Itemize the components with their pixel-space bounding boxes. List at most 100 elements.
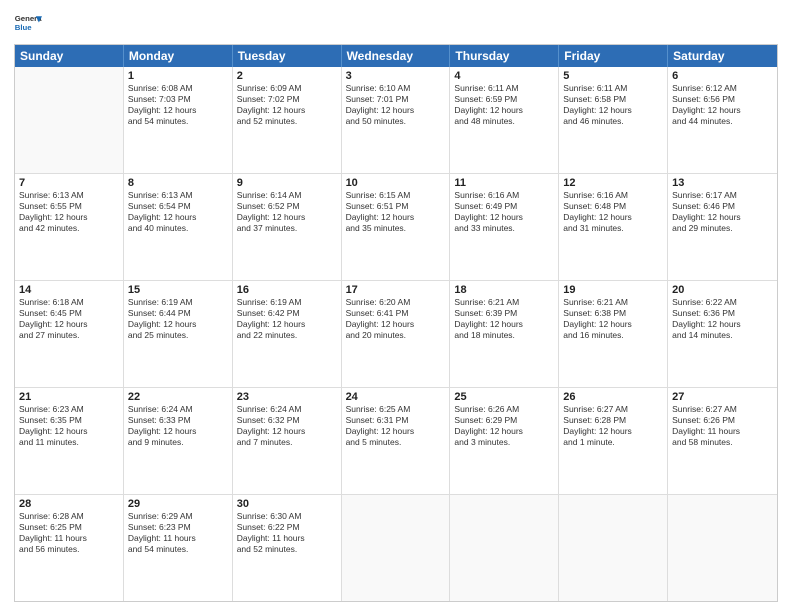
day-number: 15 [128,284,228,296]
cell-text: Sunrise: 6:16 AM [454,190,554,201]
calendar-week-2: 7Sunrise: 6:13 AMSunset: 6:55 PMDaylight… [15,174,777,281]
cell-text: Sunset: 7:03 PM [128,94,228,105]
cell-text: and 25 minutes. [128,330,228,341]
cell-text: Sunset: 6:52 PM [237,201,337,212]
day-number: 29 [128,498,228,510]
cell-text: Daylight: 12 hours [563,105,663,116]
cell-text: Sunrise: 6:29 AM [128,511,228,522]
cell-text: Sunrise: 6:23 AM [19,404,119,415]
cell-text: Sunset: 6:54 PM [128,201,228,212]
cell-text: and 35 minutes. [346,223,446,234]
cell-text: Daylight: 12 hours [237,319,337,330]
cell-text: Sunrise: 6:21 AM [454,297,554,308]
cell-text: Daylight: 12 hours [346,319,446,330]
cell-text: and 44 minutes. [672,116,773,127]
day-header-thursday: Thursday [450,45,559,67]
cell-text: Sunset: 6:45 PM [19,308,119,319]
cell-text: and 31 minutes. [563,223,663,234]
page-header: General Blue [14,10,778,38]
calendar-week-3: 14Sunrise: 6:18 AMSunset: 6:45 PMDayligh… [15,281,777,388]
cell-text: Sunset: 6:44 PM [128,308,228,319]
day-number: 11 [454,177,554,189]
cell-text: Sunset: 6:31 PM [346,415,446,426]
cell-text: Sunset: 6:56 PM [672,94,773,105]
cell-text: Sunrise: 6:20 AM [346,297,446,308]
cell-text: Sunrise: 6:25 AM [346,404,446,415]
calendar-day-26: 26Sunrise: 6:27 AMSunset: 6:28 PMDayligh… [559,388,668,494]
day-header-friday: Friday [559,45,668,67]
cell-text: Sunset: 6:36 PM [672,308,773,319]
cell-text: Daylight: 12 hours [672,212,773,223]
cell-text: Daylight: 12 hours [454,212,554,223]
cell-text: and 18 minutes. [454,330,554,341]
cell-text: Daylight: 12 hours [237,212,337,223]
cell-text: and 3 minutes. [454,437,554,448]
cell-text: and 52 minutes. [237,116,337,127]
cell-text: Sunset: 6:48 PM [563,201,663,212]
cell-text: Daylight: 12 hours [19,212,119,223]
cell-text: and 22 minutes. [237,330,337,341]
calendar-day-16: 16Sunrise: 6:19 AMSunset: 6:42 PMDayligh… [233,281,342,387]
cell-text: Sunset: 6:41 PM [346,308,446,319]
cell-text: and 27 minutes. [19,330,119,341]
day-number: 18 [454,284,554,296]
empty-cell [342,495,451,601]
cell-text: Daylight: 12 hours [346,212,446,223]
calendar-header: SundayMondayTuesdayWednesdayThursdayFrid… [15,45,777,67]
cell-text: Sunset: 7:01 PM [346,94,446,105]
cell-text: Daylight: 12 hours [672,319,773,330]
cell-text: Sunrise: 6:10 AM [346,83,446,94]
cell-text: Daylight: 11 hours [672,426,773,437]
cell-text: Sunrise: 6:26 AM [454,404,554,415]
day-number: 27 [672,391,773,403]
day-number: 17 [346,284,446,296]
logo-icon: General Blue [14,10,42,38]
cell-text: Daylight: 12 hours [237,426,337,437]
cell-text: Sunset: 6:38 PM [563,308,663,319]
cell-text: Sunset: 7:02 PM [237,94,337,105]
cell-text: Sunset: 6:22 PM [237,522,337,533]
calendar: SundayMondayTuesdayWednesdayThursdayFrid… [14,44,778,602]
cell-text: and 16 minutes. [563,330,663,341]
cell-text: Daylight: 12 hours [454,319,554,330]
cell-text: Sunrise: 6:27 AM [563,404,663,415]
cell-text: Sunrise: 6:27 AM [672,404,773,415]
cell-text: Daylight: 12 hours [563,212,663,223]
cell-text: Sunset: 6:32 PM [237,415,337,426]
day-header-sunday: Sunday [15,45,124,67]
day-number: 5 [563,70,663,82]
calendar-week-1: 1Sunrise: 6:08 AMSunset: 7:03 PMDaylight… [15,67,777,174]
cell-text: Daylight: 12 hours [128,426,228,437]
cell-text: Sunrise: 6:28 AM [19,511,119,522]
cell-text: and 7 minutes. [237,437,337,448]
cell-text: and 29 minutes. [672,223,773,234]
day-number: 19 [563,284,663,296]
cell-text: and 1 minute. [563,437,663,448]
cell-text: Sunset: 6:39 PM [454,308,554,319]
empty-cell [668,495,777,601]
day-number: 3 [346,70,446,82]
day-number: 8 [128,177,228,189]
cell-text: Sunset: 6:55 PM [19,201,119,212]
cell-text: and 40 minutes. [128,223,228,234]
day-number: 25 [454,391,554,403]
calendar-day-20: 20Sunrise: 6:22 AMSunset: 6:36 PMDayligh… [668,281,777,387]
calendar-day-4: 4Sunrise: 6:11 AMSunset: 6:59 PMDaylight… [450,67,559,173]
cell-text: Sunrise: 6:13 AM [128,190,228,201]
cell-text: and 20 minutes. [346,330,446,341]
cell-text: and 56 minutes. [19,544,119,555]
day-header-saturday: Saturday [668,45,777,67]
calendar-day-15: 15Sunrise: 6:19 AMSunset: 6:44 PMDayligh… [124,281,233,387]
cell-text: and 37 minutes. [237,223,337,234]
calendar-day-29: 29Sunrise: 6:29 AMSunset: 6:23 PMDayligh… [124,495,233,601]
day-number: 9 [237,177,337,189]
cell-text: Sunrise: 6:19 AM [237,297,337,308]
cell-text: Daylight: 12 hours [672,105,773,116]
cell-text: Sunrise: 6:08 AM [128,83,228,94]
cell-text: Sunrise: 6:17 AM [672,190,773,201]
calendar-day-2: 2Sunrise: 6:09 AMSunset: 7:02 PMDaylight… [233,67,342,173]
cell-text: Sunrise: 6:18 AM [19,297,119,308]
cell-text: and 50 minutes. [346,116,446,127]
cell-text: Sunrise: 6:12 AM [672,83,773,94]
calendar-day-1: 1Sunrise: 6:08 AMSunset: 7:03 PMDaylight… [124,67,233,173]
